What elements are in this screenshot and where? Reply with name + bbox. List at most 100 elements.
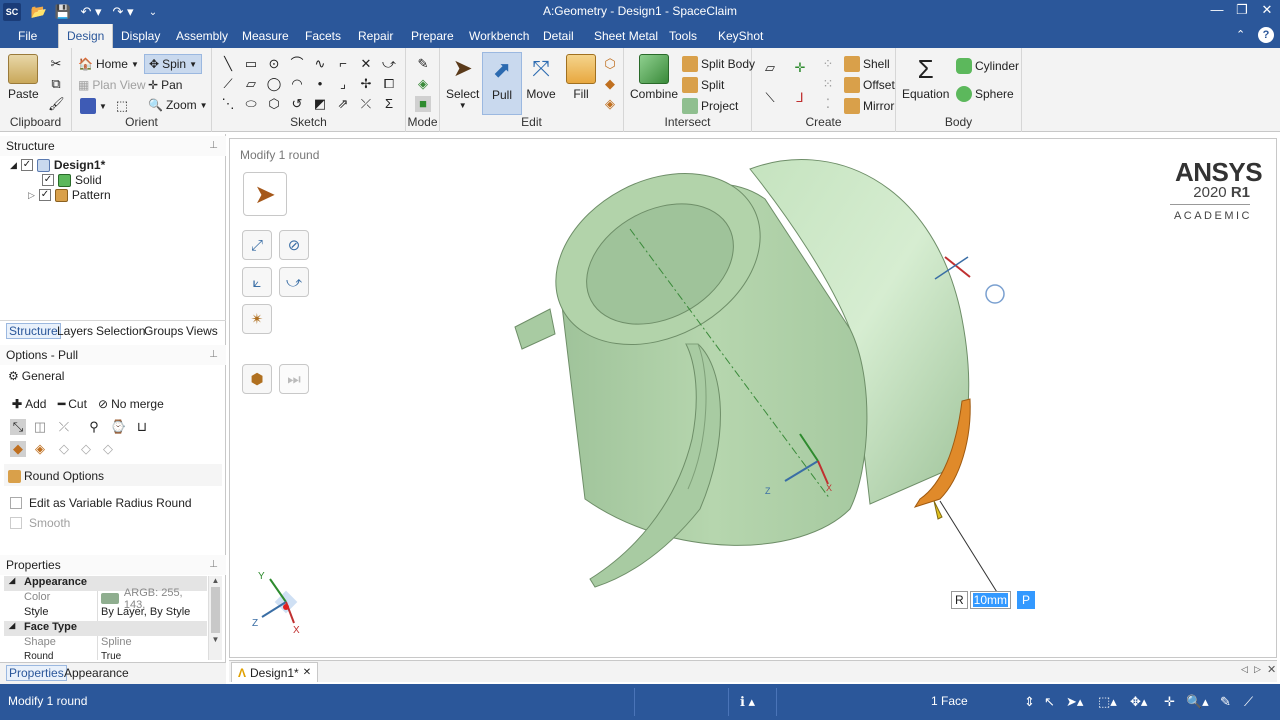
polygon-icon[interactable]: ⬡ [266, 96, 282, 112]
measure-status-icon[interactable]: ⟋ [1244, 694, 1253, 710]
arc-tool-icon[interactable]: ⌒ [289, 56, 305, 72]
mirror-button[interactable]: Mirror [844, 98, 894, 114]
menu-file[interactable]: File [10, 24, 45, 48]
pan-status-icon[interactable]: ✛ [1164, 694, 1175, 710]
part-model[interactable]: Z X Y Z X [230, 139, 1276, 657]
pivot-edge-icon[interactable]: ◇ [100, 441, 116, 457]
rectangle-tool-icon[interactable]: ▭ [243, 56, 259, 72]
pivot-icon[interactable]: ⤫ [56, 419, 72, 435]
sketch-status-icon[interactable]: ✎ [1220, 694, 1231, 710]
sum-icon[interactable]: Σ [381, 96, 397, 112]
select-filter-icon[interactable]: ⇕ [1024, 694, 1035, 710]
face-type-category[interactable]: ◢ Face Type [4, 621, 207, 636]
mirror-sketch-icon[interactable]: ⤫ [358, 96, 374, 112]
radius-p-toggle[interactable]: P [1017, 591, 1036, 609]
blend-icon[interactable]: ⬡ [602, 56, 618, 72]
scroll-tabs-left-icon[interactable]: ◁ [1241, 664, 1248, 675]
collapse-icon[interactable]: ◢ [9, 621, 15, 630]
menu-prepare[interactable]: Prepare [403, 24, 462, 48]
format-painter-icon[interactable]: 🖌 [48, 96, 65, 112]
coordinate-system-icon[interactable]: ⅃ [792, 90, 808, 106]
move-button[interactable]: ⤧ Move [526, 54, 556, 101]
variable-radius-checkbox[interactable]: Edit as Variable Radius Round [10, 496, 192, 510]
round-solid-icon[interactable]: ◆ [10, 441, 26, 457]
pointer-icon[interactable]: ➤▴ [1066, 694, 1083, 710]
pin-icon[interactable]: ⊥ [209, 345, 218, 365]
menu-tools[interactable]: Tools [661, 24, 705, 48]
expand-icon[interactable]: ▷ [28, 190, 35, 201]
round-options-section[interactable]: Round Options [8, 469, 104, 483]
cut-icon[interactable]: ✂ [48, 56, 64, 72]
tab-properties[interactable]: Properties [6, 665, 67, 681]
project-button[interactable]: Project [682, 98, 738, 114]
3d-mode-icon[interactable]: ■ [415, 96, 431, 112]
tab-selection[interactable]: Selection [96, 324, 145, 338]
tab-layers[interactable]: Layers [57, 324, 93, 338]
visibility-checkbox[interactable]: ✓ [38, 189, 51, 201]
replace-icon[interactable]: ◈ [602, 96, 618, 112]
split-line-icon[interactable]: ✢ [358, 76, 374, 92]
info-icon[interactable]: ℹ ▴ [740, 694, 755, 710]
combine-button[interactable]: Combine [630, 54, 678, 101]
paste-button[interactable]: Paste [8, 54, 39, 101]
add-option[interactable]: ✚ Add [12, 397, 46, 411]
visibility-checkbox[interactable]: ✓ [20, 159, 33, 171]
menu-detail[interactable]: Detail [535, 24, 582, 48]
construction-line-icon[interactable]: ⋱ [220, 96, 236, 112]
menu-facets[interactable]: Facets [297, 24, 349, 48]
tangent-arc-icon[interactable]: ⌐ [335, 56, 351, 72]
origin-icon[interactable]: ✛ [792, 60, 808, 76]
menu-measure[interactable]: Measure [234, 24, 297, 48]
select-direction-icon[interactable]: ⤡ [10, 419, 26, 435]
tab-structure[interactable]: Structure [6, 323, 61, 339]
fill-pattern-icon[interactable]: ⁚ [820, 96, 836, 112]
section-mode-icon[interactable]: ◈ [415, 76, 431, 92]
minimize-button[interactable]: — [1206, 2, 1228, 22]
menu-workbench[interactable]: Workbench [461, 24, 537, 48]
axis-icon[interactable]: ⟍ [762, 90, 778, 106]
revolve-icon[interactable]: ⚲ [86, 419, 102, 435]
move-grid-icon[interactable]: ⇗ [335, 96, 351, 112]
round-property[interactable]: Round True [4, 651, 207, 660]
pull-button[interactable]: ⬈ Pull [482, 52, 522, 115]
point-icon[interactable]: • [312, 76, 328, 92]
collapse-icon[interactable]: ◢ [9, 576, 15, 585]
circular-pattern-icon[interactable]: ⁙ [820, 76, 836, 92]
sweep-icon[interactable]: ⌚ [110, 419, 126, 435]
draft-icon[interactable]: ⊔ [134, 419, 150, 435]
copy-icon[interactable]: ⧉ [48, 76, 64, 92]
spin-button[interactable]: ✥ Spin ▼ [144, 54, 203, 74]
menu-keyshot[interactable]: KeyShot [710, 24, 771, 48]
tab-views[interactable]: Views [186, 324, 218, 338]
plan-view-button[interactable]: ▦ Plan View [78, 78, 146, 92]
cylinder-button[interactable]: Cylinder [956, 58, 1019, 74]
zoom-status-icon[interactable]: 🔍▴ [1186, 694, 1209, 710]
circle-tool-icon[interactable]: ⊙ [266, 56, 282, 72]
style-property[interactable]: Style By Layer, By Style [4, 606, 207, 621]
extrude-edge-icon[interactable]: ◇ [56, 441, 72, 457]
menu-repair[interactable]: Repair [350, 24, 401, 48]
face-curve-icon[interactable]: ◩ [312, 96, 328, 112]
box-select-icon[interactable]: ⬚▴ [1098, 694, 1117, 710]
doc-tab-design1[interactable]: Λ Design1* ✕ [231, 662, 319, 682]
trim-icon[interactable]: ✕ [358, 56, 374, 72]
tree-item-solid[interactable]: ✓ Solid [42, 173, 102, 187]
arc-three-point-icon[interactable]: ↺ [289, 96, 305, 112]
split-body-button[interactable]: Split Body [682, 56, 755, 72]
pan-button[interactable]: ✛ Pan [148, 78, 182, 92]
tree-item-pattern[interactable]: ▷ ✓ Pattern [28, 188, 111, 202]
tree-item-design[interactable]: ◢ ✓ Design1* [10, 158, 105, 172]
visibility-checkbox[interactable]: ✓ [42, 174, 54, 186]
cut-option[interactable]: ━ Cut [58, 397, 87, 411]
close-tab-icon[interactable]: ✕ [303, 667, 311, 678]
tab-groups[interactable]: Groups [144, 324, 183, 338]
properties-scrollbar[interactable]: ▲ ▼ [208, 576, 222, 660]
tangent-line-icon[interactable]: ⟋ [220, 76, 236, 92]
restore-button[interactable]: ❐ [1231, 2, 1253, 22]
linear-pattern-icon[interactable]: ⁘ [820, 56, 836, 72]
general-section[interactable]: ⚙ General [8, 369, 64, 383]
display-style-icon[interactable]: ⬚ [114, 98, 130, 114]
up-to-icon[interactable]: ◫ [32, 419, 48, 435]
close-document-icon[interactable]: ✕ [1267, 663, 1276, 676]
bend-icon[interactable]: ⤻ [381, 56, 397, 72]
